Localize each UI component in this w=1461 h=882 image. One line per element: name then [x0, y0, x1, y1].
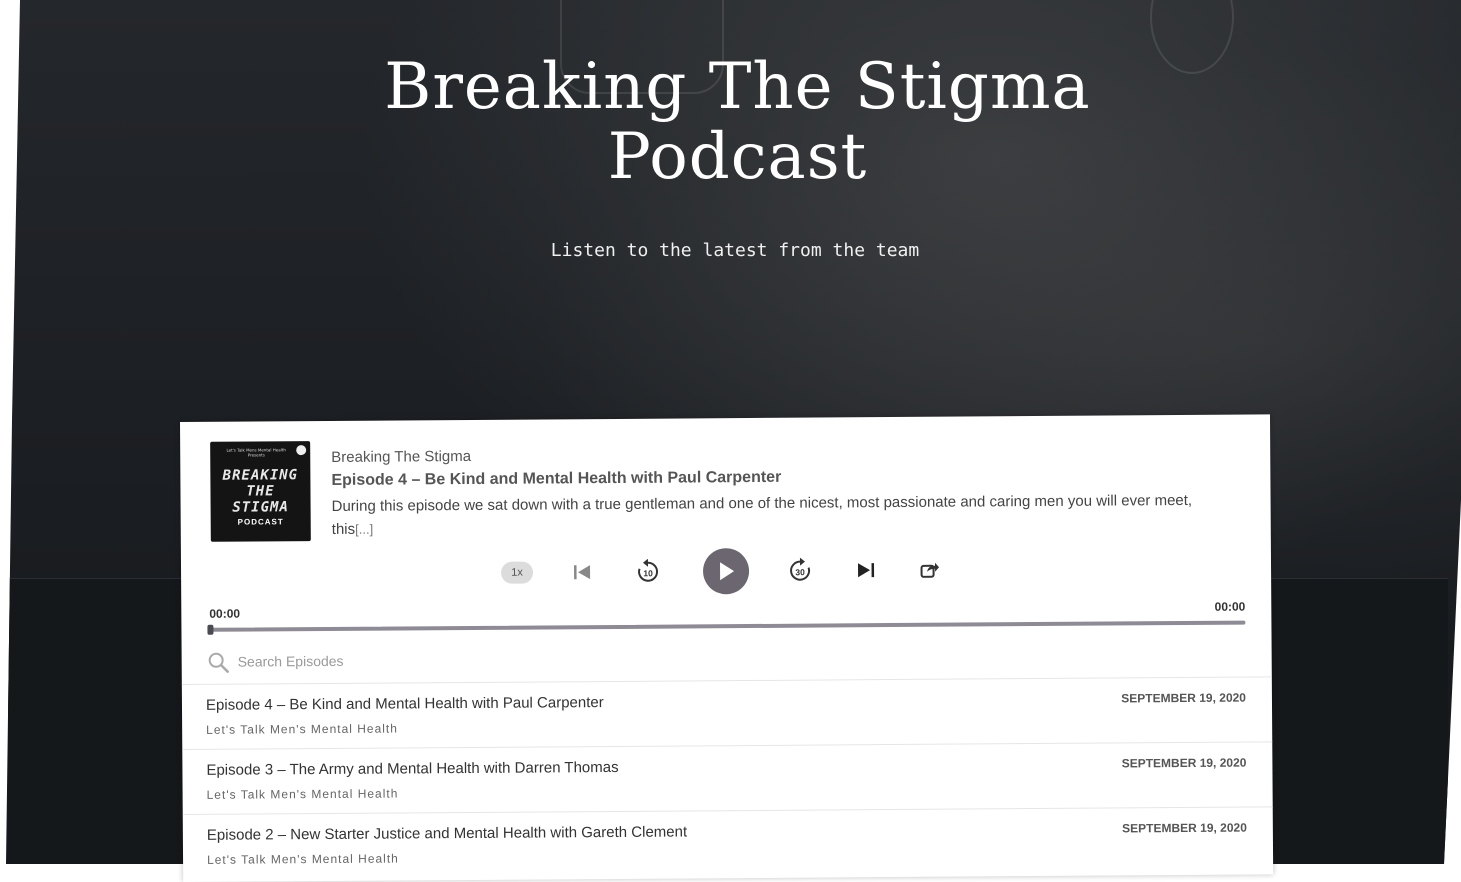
playback-speed-button[interactable]: 1x	[500, 561, 534, 584]
cover-bottom-text: PODCAST	[237, 517, 284, 527]
total-duration: 00:00	[1214, 599, 1246, 614]
search-icon	[208, 652, 229, 673]
rewind-icon: 10	[638, 558, 659, 582]
share-button[interactable]	[917, 557, 943, 583]
previous-episode-button[interactable]	[569, 559, 595, 585]
skip-back-icon	[574, 565, 591, 580]
rewind-seconds-label: 10	[643, 568, 653, 578]
rewind-10-button[interactable]: 10	[633, 557, 663, 587]
cover-logo-icon	[296, 445, 307, 456]
episode-item-podcast: Let's Talk Men's Mental Health	[206, 786, 399, 802]
episode-description: During this episode we sat down with a t…	[332, 489, 1212, 541]
podcast-cover-art[interactable]: Let's Talk Mens Mental Health Presents B…	[210, 441, 311, 542]
show-name: Breaking The Stigma	[331, 447, 472, 466]
episode-item-podcast: Let's Talk Men's Mental Health	[206, 721, 398, 737]
forward-30-button[interactable]: 30	[785, 556, 815, 586]
player-controls: 1x 10 30	[500, 547, 951, 598]
episode-item-title[interactable]: Episode 4 – Be Kind and Mental Health wi…	[206, 694, 604, 714]
page-title: Breaking The Stigma Podcast	[384, 50, 1091, 194]
episode-list: Episode 4 – Be Kind and Mental Health wi…	[181, 676, 1274, 879]
episode-item-date: SEPTEMBER 19, 2020	[1121, 690, 1246, 706]
progress-bar[interactable]	[207, 620, 1246, 635]
episode-item-podcast: Let's Talk Men's Mental Health	[207, 851, 399, 867]
episode-search[interactable]: Search Episodes	[208, 647, 608, 674]
cover-line-1: BREAKING	[222, 467, 299, 484]
cover-line-3: STIGMA	[232, 499, 289, 516]
list-item[interactable]: Episode 2 – New Starter Justice and Ment…	[182, 806, 1274, 879]
cover-top-text: Let's Talk Mens Mental Health Presents	[226, 447, 286, 458]
skip-forward-icon	[858, 563, 875, 578]
next-episode-button[interactable]	[853, 557, 879, 583]
progress-handle[interactable]	[207, 624, 214, 635]
fast-forward-icon: 30	[790, 557, 811, 581]
list-item[interactable]: Episode 4 – Be Kind and Mental Health wi…	[181, 676, 1273, 749]
list-item[interactable]: Episode 3 – The Army and Mental Health w…	[182, 741, 1273, 814]
episode-item-date: SEPTEMBER 19, 2020	[1121, 755, 1247, 771]
cover-line-2: THE	[246, 483, 275, 500]
episode-item-title[interactable]: Episode 2 – New Starter Justice and Ment…	[207, 823, 687, 843]
page-subtitle: Listen to the latest from the team	[550, 240, 920, 261]
read-more-link[interactable]: [...]	[355, 522, 373, 537]
episode-description-text: During this episode we sat down with a t…	[331, 491, 1193, 538]
forward-seconds-label: 30	[795, 567, 805, 577]
episode-item-title[interactable]: Episode 3 – The Army and Mental Health w…	[206, 759, 618, 779]
podcast-player: Let's Talk Mens Mental Health Presents B…	[180, 414, 1274, 882]
current-time: 00:00	[209, 606, 241, 621]
episode-item-date: SEPTEMBER 19, 2020	[1122, 820, 1247, 836]
search-input[interactable]: Search Episodes	[238, 653, 344, 670]
play-button[interactable]	[702, 548, 750, 595]
current-episode-title[interactable]: Episode 4 – Be Kind and Mental Health wi…	[331, 469, 781, 490]
microphone-cable-decoration	[1150, 0, 1234, 74]
share-icon	[920, 562, 940, 578]
play-icon	[719, 562, 735, 581]
